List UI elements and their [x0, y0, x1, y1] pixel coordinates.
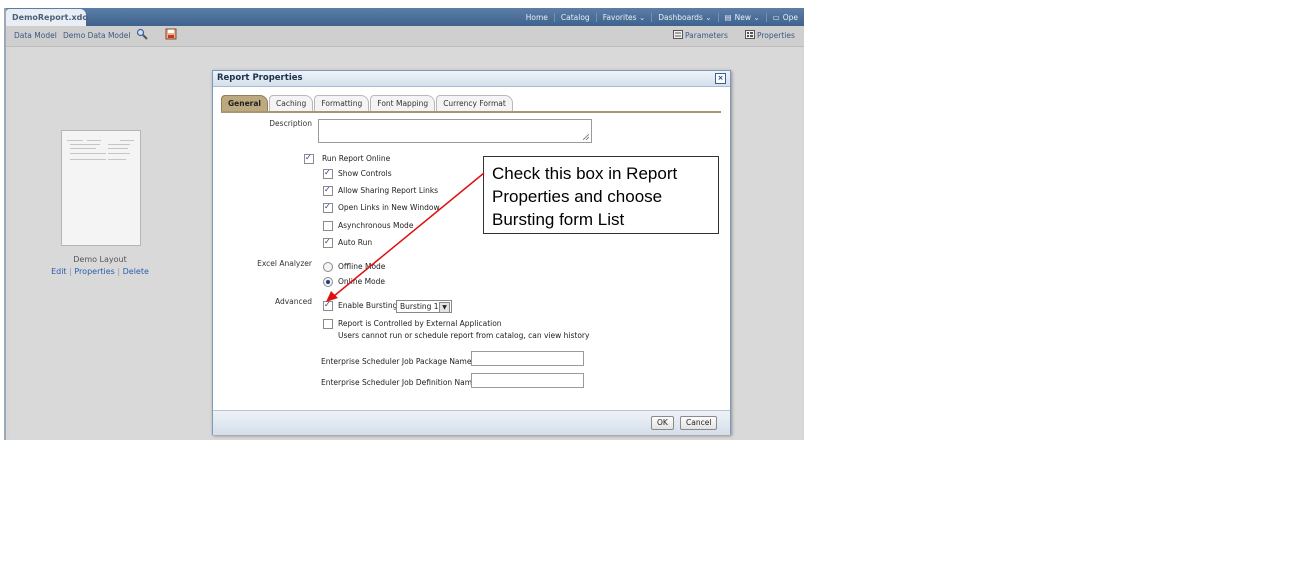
report-toolbar: Data Model Demo Data Model Parameters Pr…: [6, 26, 804, 47]
data-model-label: Data Model: [14, 31, 57, 40]
callout-line: Bursting form List: [492, 210, 625, 229]
online-option-checkbox[interactable]: [323, 185, 333, 196]
external-application-note: Users cannot run or schedule report from…: [338, 331, 590, 340]
excel-mode-radio[interactable]: [323, 277, 333, 287]
top-nav-item[interactable]: ▭ Ope: [765, 12, 804, 22]
layout-links: Edit | Properties | Delete: [50, 267, 150, 276]
top-nav-item[interactable]: Dashboards ⌄: [651, 12, 717, 22]
document-tab[interactable]: DemoReport.xdo: [6, 9, 88, 26]
tab-underline: [221, 111, 721, 113]
excel-mode-label: Online Mode: [338, 277, 386, 286]
chevron-down-icon[interactable]: ▼: [439, 302, 450, 313]
description-textarea[interactable]: [318, 119, 592, 143]
tab-currency-format[interactable]: Currency Format: [436, 95, 513, 111]
bursting-select[interactable]: Bursting 1 ▼: [396, 300, 452, 313]
tab-general[interactable]: General: [221, 95, 268, 111]
dialog-title-bar: Report Properties ×: [213, 71, 730, 87]
data-model-link[interactable]: Demo Data Model: [63, 31, 130, 40]
properties-icon[interactable]: [745, 30, 755, 39]
top-nav-label: Ope: [782, 12, 798, 22]
bursting-select-value: Bursting 1: [400, 302, 439, 311]
top-nav-label: Home: [525, 12, 548, 22]
online-option-checkbox[interactable]: [323, 221, 333, 231]
run-report-online-label: Run Report Online: [322, 154, 391, 163]
layout-properties-link[interactable]: Properties: [74, 267, 114, 276]
online-option-label: Allow Sharing Report Links: [338, 186, 439, 195]
external-application-label: Report is Controlled by External Applica…: [338, 319, 502, 328]
run-report-online-checkbox[interactable]: [304, 153, 314, 164]
excel-mode-label: Offline Mode: [338, 262, 386, 271]
job-package-label: Enterprise Scheduler Job Package Name: [321, 357, 472, 366]
report-properties-dialog: Report Properties × General Caching Format…: [212, 70, 731, 435]
online-option-label: Auto Run: [338, 238, 373, 247]
dialog-footer: OK Cancel: [213, 410, 730, 435]
parameters-button[interactable]: Parameters: [685, 31, 728, 40]
description-label: Description: [269, 119, 312, 128]
job-package-input[interactable]: [471, 351, 584, 366]
link-separator: |: [69, 267, 72, 276]
top-nav-label: Dashboards ⌄: [658, 12, 712, 22]
link-separator: |: [117, 267, 121, 276]
job-definition-input[interactable]: [471, 373, 584, 388]
callout-line: Check this box in Report: [492, 164, 678, 183]
top-nav-label: Catalog: [560, 12, 590, 22]
tab-font-mapping[interactable]: Font Mapping: [370, 95, 436, 111]
enable-bursting-checkbox[interactable]: [323, 300, 333, 311]
callout-line: Properties and choose: [492, 187, 663, 206]
layout-edit-link[interactable]: Edit: [51, 267, 67, 276]
parameters-icon[interactable]: [673, 30, 683, 39]
top-nav-item[interactable]: Home: [520, 13, 554, 22]
layout-delete-link[interactable]: Delete: [123, 267, 149, 276]
top-nav-label: New ⌄: [734, 12, 760, 22]
enable-bursting-label: Enable Bursting: [338, 301, 398, 310]
tab-formatting[interactable]: Formatting: [314, 95, 370, 111]
annotation-callout: Check this box in Report Properties and …: [483, 156, 719, 234]
external-application-checkbox[interactable]: [323, 319, 333, 329]
online-option-checkbox[interactable]: [323, 202, 333, 213]
layout-name: Demo Layout: [73, 255, 127, 264]
online-option-label: Open Links in New Window: [338, 203, 440, 212]
top-nav: Home Catalog Favorites ⌄ Dashboards ⌄ ▤ New ⌄…: [520, 8, 804, 26]
cancel-button[interactable]: Cancel: [680, 416, 718, 430]
top-nav-item[interactable]: Catalog: [553, 12, 596, 22]
tab-caching[interactable]: Caching: [269, 95, 314, 111]
online-option-checkbox[interactable]: [323, 237, 333, 248]
job-definition-label: Enterprise Scheduler Job Definition Name: [321, 378, 477, 387]
top-nav-item[interactable]: Favorites ⌄: [595, 12, 652, 22]
dialog-title: Report Properties: [217, 73, 303, 83]
advanced-label: Advanced: [274, 297, 312, 306]
open-folder-icon: ▭: [772, 12, 780, 22]
ok-button[interactable]: OK: [651, 416, 674, 430]
online-option-label: Asynchronous Mode: [338, 221, 414, 230]
top-nav-item[interactable]: ▤ New ⌄: [717, 12, 766, 22]
online-option-label: Show Controls: [338, 169, 392, 178]
excel-mode-radio[interactable]: [323, 262, 333, 272]
save-icon[interactable]: [165, 28, 177, 40]
search-icon[interactable]: [136, 28, 148, 40]
close-icon[interactable]: ×: [715, 73, 726, 84]
layout-thumbnail[interactable]: [61, 130, 141, 246]
top-bar: DemoReport.xdo Home Catalog Favorites ⌄ Das…: [6, 8, 804, 26]
top-nav-label: Favorites ⌄: [602, 12, 646, 22]
excel-analyzer-label: Excel Analyzer: [257, 259, 312, 268]
new-icon: ▤: [724, 12, 732, 22]
properties-button[interactable]: Properties: [757, 31, 795, 40]
dialog-tabs: General Caching Formatting Font Mapping Curr…: [221, 95, 514, 111]
online-option-checkbox[interactable]: [323, 168, 333, 179]
resize-grip-icon: [583, 134, 589, 140]
